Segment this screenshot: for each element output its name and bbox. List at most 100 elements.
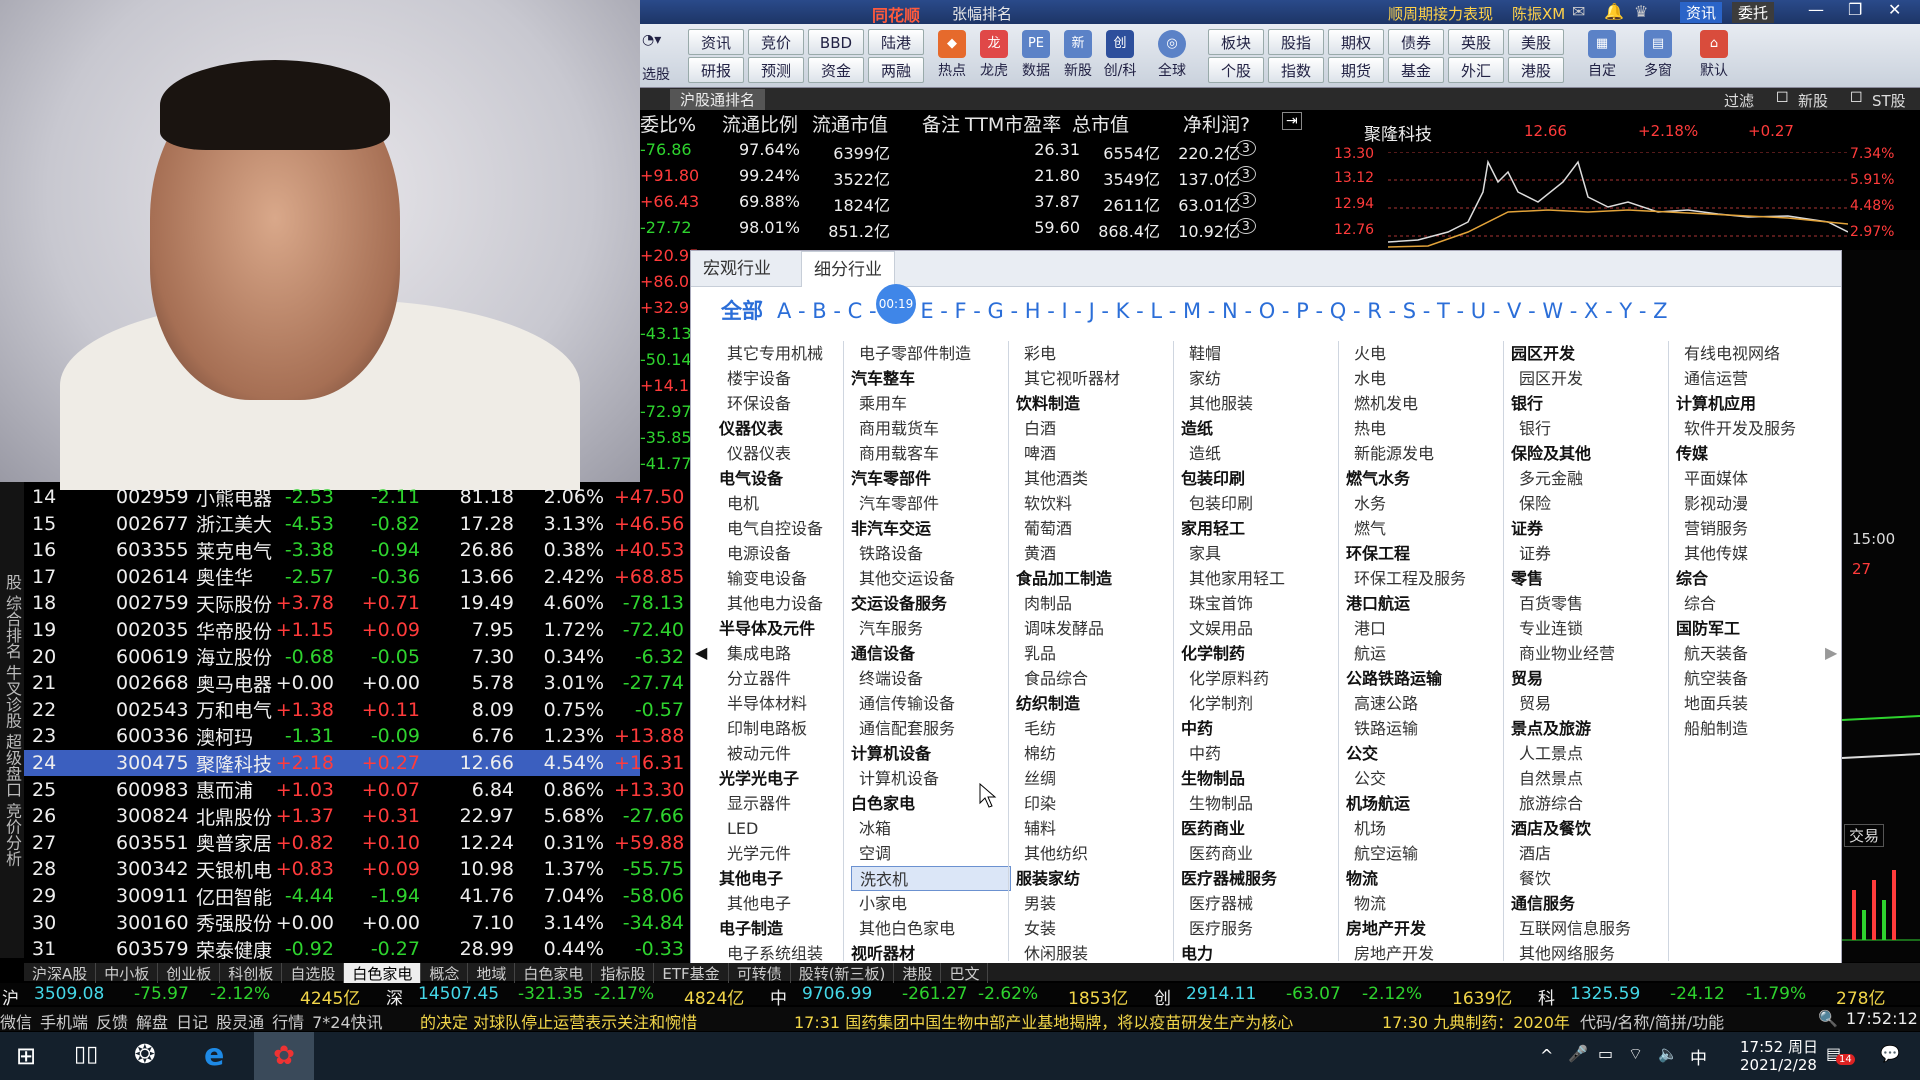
industry-group-header[interactable]: 家用轻工 <box>1181 516 1341 541</box>
industry-item[interactable]: 物流 <box>1346 891 1506 916</box>
col-float-cap[interactable]: 流通市值 <box>812 110 888 137</box>
industry-group-header[interactable]: 公交 <box>1346 741 1506 766</box>
industry-group-header[interactable]: 化学制药 <box>1181 641 1341 666</box>
tray-chevron-icon[interactable]: ^ <box>1540 1046 1553 1065</box>
industry-group-header[interactable]: 造纸 <box>1181 416 1341 441</box>
stock-row[interactable]: 19 002035 华帝股份 +1.15 +0.09 7.95 1.72% -72.40 <box>24 617 684 643</box>
wifi-icon[interactable]: ⌔ <box>1628 1044 1643 1064</box>
col-float-ratio[interactable]: 流通比例 <box>722 110 798 137</box>
industry-item[interactable]: 辅料 <box>1016 816 1176 841</box>
toolbar-stock-index[interactable]: 股指 <box>1268 29 1324 55</box>
toolbar-multiwin[interactable]: ▤ 多窗 <box>1636 26 1680 86</box>
industry-item[interactable]: 其他服装 <box>1181 391 1341 416</box>
industry-item[interactable]: 航空装备 <box>1676 666 1836 691</box>
toolbar-sector[interactable]: 板块 <box>1208 29 1264 55</box>
industry-item[interactable]: 珠宝首饰 <box>1181 591 1341 616</box>
bottom-tab[interactable]: 股转(新三板) <box>791 963 895 984</box>
industry-item[interactable]: 终端设备 <box>851 666 1011 691</box>
new-stock-checkbox[interactable]: ☐ <box>1776 90 1789 106</box>
toolbar-custom[interactable]: ▦ 自定 <box>1580 26 1624 86</box>
left-strip[interactable]: 股 综合排名 牛叉诊股 超级盘口 竞价分析 <box>0 482 24 958</box>
industry-item[interactable]: 软件开发及服务 <box>1676 416 1836 441</box>
stock-row[interactable]: 31 603579 荣泰健康 -0.92 -0.27 28.99 0.44% -0.33 <box>24 936 684 962</box>
bottom-tab[interactable]: 港股 <box>894 963 942 984</box>
col-wb[interactable]: 委比% <box>640 110 696 137</box>
select-stock-icon[interactable]: ◔▾ <box>642 32 661 48</box>
index-m[interactable]: 沪 <box>2 984 19 1009</box>
industry-item[interactable]: 餐饮 <box>1511 866 1671 891</box>
industry-item[interactable]: 乳品 <box>1016 641 1176 666</box>
industry-item[interactable]: 小家电 <box>851 891 1011 916</box>
industry-group-header[interactable]: 计算机应用 <box>1676 391 1836 416</box>
industry-item[interactable]: 其它视听器材 <box>1016 366 1176 391</box>
industry-item[interactable]: 家纺 <box>1181 366 1341 391</box>
industry-group-header[interactable]: 贸易 <box>1511 666 1671 691</box>
industry-group-header[interactable]: 包装印刷 <box>1181 466 1341 491</box>
news-1[interactable]: 的决定 对球队停止运营表示关注和惋惜 <box>420 1009 697 1033</box>
toolbar-hk-connect[interactable]: 陆港 <box>868 29 924 55</box>
industry-item[interactable]: 商用载客车 <box>851 441 1011 466</box>
industry-item[interactable]: 空调 <box>851 841 1011 866</box>
industry-item[interactable]: 公交 <box>1346 766 1506 791</box>
industry-item[interactable]: 彩电 <box>1016 341 1176 366</box>
promo-link[interactable]: 顺周期接力表现 <box>1388 3 1493 24</box>
industry-item[interactable]: 影视动漫 <box>1676 491 1836 516</box>
industry-item[interactable]: 机场 <box>1346 816 1506 841</box>
toolbar-bbd[interactable]: BBD <box>808 29 864 55</box>
close-icon[interactable]: ✕ <box>1888 0 1901 19</box>
toolbar-research[interactable]: 研报 <box>688 57 744 83</box>
industry-item[interactable]: 高速公路 <box>1346 691 1506 716</box>
toolbar-bonds[interactable]: 债券 <box>1388 29 1444 55</box>
toolbar-hot[interactable]: ◆ 热点 <box>930 26 974 86</box>
industry-group-header[interactable]: 国防军工 <box>1676 616 1836 641</box>
taskbar-time[interactable]: 17:52 周日 <box>1740 1036 1818 1057</box>
news-button[interactable]: 资讯 <box>1680 2 1723 23</box>
industry-group-header[interactable]: 公路铁路运输 <box>1346 666 1506 691</box>
industry-group-header[interactable]: 通信服务 <box>1511 891 1671 916</box>
toolbar-chinext[interactable]: 创创/科 <box>1098 26 1142 86</box>
stock-row[interactable]: 22 002543 万和电气 +1.38 +0.11 8.09 0.75% -0.57 <box>24 697 684 723</box>
ime-indicator[interactable]: 中 <box>1690 1044 1707 1069</box>
industry-item[interactable]: 棉纺 <box>1016 741 1176 766</box>
industry-item[interactable]: 人工景点 <box>1511 741 1671 766</box>
edge-icon[interactable]: e <box>204 1038 224 1073</box>
industry-group-header[interactable]: 物流 <box>1346 866 1506 891</box>
toolbar-forecast[interactable]: 预测 <box>748 57 804 83</box>
industry-item[interactable]: 化学原料药 <box>1181 666 1341 691</box>
toolbar-forex[interactable]: 外汇 <box>1448 57 1504 83</box>
industry-group-header[interactable]: 环保工程 <box>1346 541 1506 566</box>
stock-row[interactable]: 18 002759 天际股份 +3.78 +0.71 19.49 4.60% -78.13 <box>24 590 684 616</box>
industry-group-header[interactable]: 计算机设备 <box>851 741 1011 766</box>
toolbar-us[interactable]: 美股 <box>1508 29 1564 55</box>
industry-item[interactable]: 铁路运输 <box>1346 716 1506 741</box>
industry-group-header[interactable]: 零售 <box>1511 566 1671 591</box>
industry-group-header[interactable]: 服装家纺 <box>1016 866 1176 891</box>
stock-row[interactable]: 21 002668 奥马电器 +0.00 +0.00 5.78 3.01% -27.74 <box>24 670 684 696</box>
news-link[interactable]: 日记 <box>176 1013 208 1032</box>
industry-group-header[interactable]: 酒店及餐饮 <box>1511 816 1671 841</box>
industry-group-header[interactable]: 通信设备 <box>851 641 1011 666</box>
industry-item[interactable]: 水电 <box>1346 366 1506 391</box>
stock-row[interactable]: 24 300475 聚隆科技 +2.18 +0.27 12.66 4.54% +16.31 <box>24 750 684 776</box>
toolbar-index[interactable]: 指数 <box>1268 57 1324 83</box>
bottom-tab[interactable]: 白色家电 <box>344 963 422 984</box>
industry-item[interactable]: 航天装备 <box>1676 641 1836 666</box>
toolbar-default[interactable]: ⌂ 默认 <box>1692 26 1736 86</box>
industry-item[interactable]: 酒店 <box>1511 841 1671 866</box>
st-checkbox[interactable]: ☐ <box>1850 90 1863 106</box>
industry-item[interactable]: 水务 <box>1346 491 1506 516</box>
bell-icon[interactable]: 🔔 <box>1604 2 1624 21</box>
industry-item[interactable]: 综合 <box>1676 591 1836 616</box>
industry-group-header[interactable]: 银行 <box>1511 391 1671 416</box>
industry-item[interactable]: 男装 <box>1016 891 1176 916</box>
index-m[interactable]: 深 <box>386 984 403 1009</box>
bottom-tab[interactable]: 指标股 <box>592 963 655 984</box>
industry-item[interactable]: 医疗器械 <box>1181 891 1341 916</box>
industry-group-header[interactable]: 医药商业 <box>1181 816 1341 841</box>
industry-group-header[interactable]: 燃气水务 <box>1346 466 1506 491</box>
industry-group-header[interactable]: 汽车零部件 <box>851 466 1011 491</box>
mail-icon[interactable]: ✉ <box>1572 2 1585 21</box>
news-link[interactable]: 反馈 <box>96 1013 128 1032</box>
toolbar-futures[interactable]: 期货 <box>1328 57 1384 83</box>
industry-item[interactable]: 通信传输设备 <box>851 691 1011 716</box>
